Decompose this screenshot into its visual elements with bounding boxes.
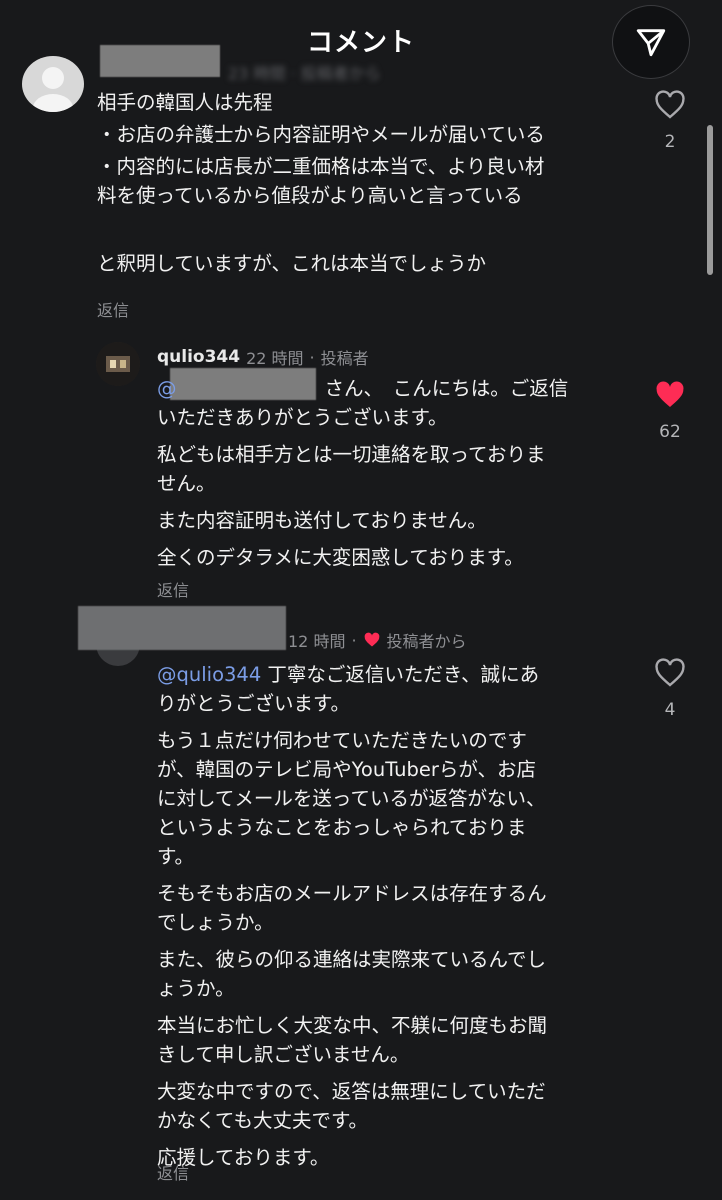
comment-text: @ さん、 こんにちは。ご返信 いただきありがとうございます。 私どもは相手方とは… — [157, 374, 637, 572]
comment-line: 大変な中ですので、返答は無理にしていただ — [157, 1080, 546, 1103]
comment-time: 22 時間 — [246, 349, 304, 368]
comment-line: また、彼らの仰る連絡は実際来ているんでし — [157, 948, 547, 971]
like-area[interactable]: 62 — [640, 380, 700, 442]
comment-line: と釈明していますが、これは本当でしょうか — [97, 252, 487, 275]
comment-line: に対してメールを送っているが返答がない、 — [157, 787, 546, 810]
comment-line: 料を使っているから値段がより高いと言っている — [97, 184, 523, 207]
comment-line: でしょうか。 — [157, 911, 274, 934]
reply-button[interactable]: 返信 — [97, 297, 129, 321]
heart-filled-icon[interactable] — [654, 380, 686, 410]
comment-line: というようなことをおっしゃられておりま — [157, 816, 527, 839]
creator-liked-heart-icon — [364, 632, 379, 647]
comment-line: きして申し訳ございません。 — [157, 1043, 410, 1066]
username-redacted[interactable] — [100, 45, 220, 77]
comment-line: いただきありがとうございます。 — [157, 406, 448, 429]
comment-meta: qulio344 22 時間 · 投稿者 — [157, 347, 369, 368]
comment-text: @qulio344 丁寧なご返信いただき、誠にあ りがとうございます。 もう１点… — [157, 660, 637, 1172]
heart-outline-icon[interactable] — [654, 658, 686, 688]
like-area[interactable]: 2 — [640, 90, 700, 152]
comment-line: さん、 こんにちは。ご返信 — [324, 377, 569, 400]
comment-line: 本当にお忙しく大変な中、不躾に何度もお聞 — [157, 1014, 548, 1037]
comment-line: かなくても大丈夫です。 — [157, 1109, 368, 1132]
comment-line: また内容証明も送付しておりません。 — [157, 509, 487, 532]
avatar[interactable] — [22, 56, 84, 112]
avatar[interactable] — [96, 342, 140, 386]
comment-line: 私どもは相手方とは一切連絡を取っておりま — [157, 443, 546, 466]
reply-button[interactable]: 返信 — [157, 577, 189, 601]
comment-line: ・内容的には店長が二重価格は本当で、より良い材 — [97, 155, 545, 178]
comment-line: 丁寧なご返信いただき、誠にあ — [261, 663, 540, 686]
comment-time: 12 時間 — [288, 632, 346, 651]
mention-prefix: @ — [157, 377, 177, 400]
like-count: 4 — [664, 700, 676, 720]
like-count: 62 — [659, 422, 681, 442]
send-icon — [636, 29, 666, 57]
author-badge: 投稿者から — [386, 632, 467, 651]
comment-meta: 23 時間 · 投稿者から — [228, 60, 381, 84]
comment-line: ょうか。 — [157, 977, 235, 1000]
scrollbar[interactable] — [707, 125, 713, 275]
comment-line: が、韓国のテレビ局やYouTuberらが、お店 — [157, 758, 537, 781]
username-redacted[interactable] — [78, 606, 286, 650]
comment-meta: 12 時間 · 投稿者から — [288, 628, 467, 652]
comment-line: りがとうございます。 — [157, 692, 351, 715]
comment-line: 応援しております。 — [157, 1146, 330, 1169]
comment-line: そもそもお店のメールアドレスは存在するん — [157, 882, 547, 905]
share-button[interactable] — [612, 5, 690, 79]
like-area[interactable]: 4 — [640, 658, 700, 720]
comment-line: 全くのデタラメに大変困惑しております。 — [157, 546, 524, 569]
comment-username[interactable]: qulio344 — [157, 347, 240, 367]
like-count: 2 — [664, 132, 676, 152]
comment-line: 相手の韓国人は先程 — [97, 91, 273, 114]
comment-line: もう１点だけ伺わせていただきたいのです — [157, 729, 527, 752]
comment-line: せん。 — [157, 472, 216, 495]
comment-time: 23 時間 · 投稿者から — [228, 64, 381, 83]
heart-outline-icon[interactable] — [654, 90, 686, 120]
comment-text: 相手の韓国人は先程 ・お店の弁護士から内容証明やメールが届いている ・内容的には… — [97, 88, 637, 278]
comment-line: ・お店の弁護士から内容証明やメールが届いている — [97, 123, 545, 146]
comment-line: す。 — [157, 845, 195, 868]
mention-link[interactable]: @qulio344 — [157, 663, 261, 686]
reply-button[interactable]: 返信 — [157, 1160, 189, 1184]
author-badge: 投稿者 — [320, 349, 369, 368]
